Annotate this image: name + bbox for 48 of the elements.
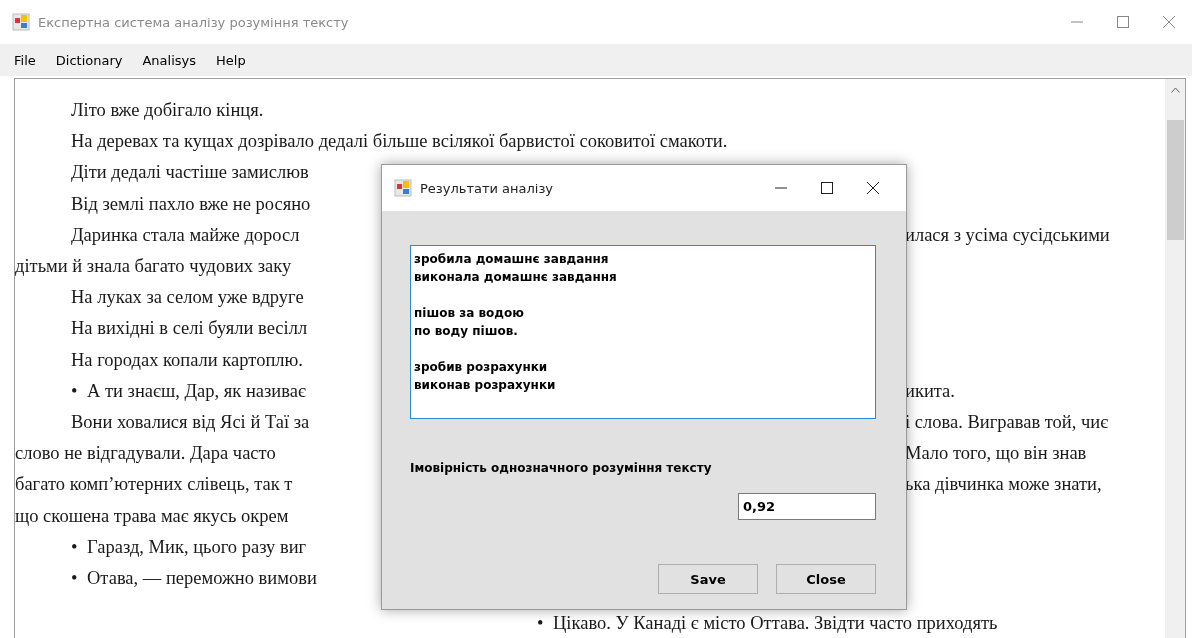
menu-item[interactable]: Help bbox=[206, 49, 256, 71]
text-line: багато комп’ютерних слівець, так т bbox=[15, 474, 293, 496]
result-line: зробила домашнє завдання bbox=[414, 251, 610, 268]
menu-item[interactable]: Analisys bbox=[132, 49, 206, 71]
result-line: зробив розрахунки bbox=[414, 359, 549, 376]
text-line: Цікаво. У Канаді є місто Оттава. Звідти часто приходять bbox=[553, 613, 998, 635]
maximize-icon bbox=[821, 182, 833, 194]
bullet-marker: • bbox=[71, 567, 79, 589]
result-line: пішов за водою bbox=[414, 305, 525, 322]
text-line: що скошена трава має якусь окрем bbox=[15, 505, 289, 527]
bullet-marker: • bbox=[71, 380, 79, 402]
text-line: Вони ховалися від Ясі й Таї за bbox=[71, 411, 310, 433]
scroll-thumb[interactable] bbox=[1166, 120, 1184, 240]
menu-item[interactable]: Dictionary bbox=[45, 49, 133, 71]
text-line: Гаразд, Мик, цього разу виг bbox=[87, 536, 307, 558]
bullet-marker: • bbox=[71, 536, 79, 558]
scroll-up-icon[interactable] bbox=[1170, 87, 1180, 93]
text-line: А ти знаєш, Дар, як називає bbox=[87, 380, 306, 402]
dialog-title: Результати аналізу bbox=[420, 180, 555, 196]
text-line: дітьми й знала багато чудових заку bbox=[15, 256, 292, 278]
text-line: Даринка стала майже доросл bbox=[71, 224, 300, 246]
text-line: На луках за селом уже вдруге bbox=[71, 287, 304, 309]
probability-label: Імовірність однозначного розуміння тексту bbox=[410, 461, 713, 475]
scrollbar[interactable] bbox=[1165, 79, 1185, 638]
text-line: На деревах та кущах дозрівало дедалі більше всілякої барвистої соковитої смакоти. bbox=[71, 131, 728, 153]
text-line: Діти дедалі частіше замислюв bbox=[71, 162, 309, 184]
window-title: Експертна система аналізу розуміння тексту bbox=[38, 14, 350, 30]
text-line: На вихідні в селі буяли весілл bbox=[71, 318, 308, 340]
result-line: виконав розрахунки bbox=[414, 377, 557, 394]
maximize-icon bbox=[1117, 16, 1129, 28]
save-button[interactable]: Save bbox=[658, 564, 758, 594]
text-line: Від землі пахло вже не росяно bbox=[71, 193, 311, 215]
text-line: слово не відгадували. Дара часто bbox=[15, 443, 276, 465]
text-line: Отава, — переможно вимови bbox=[87, 567, 317, 589]
result-line: по воду пішов. bbox=[414, 323, 519, 340]
text-line: Літо вже добігало кінця. bbox=[71, 100, 264, 122]
bullet-marker: • bbox=[537, 613, 545, 635]
close-icon bbox=[867, 182, 879, 194]
app-icon bbox=[394, 179, 412, 197]
probability-field[interactable]: 0,92 bbox=[738, 493, 876, 520]
results-field[interactable]: зробила домашнє завдання виконала домашнє завдання пішов за водою по воду пішов. зробив розрахунки виконав розрахунки bbox=[410, 245, 876, 419]
app-icon bbox=[12, 13, 30, 31]
menu-item[interactable]: File bbox=[4, 49, 46, 71]
close-button[interactable]: Close bbox=[776, 564, 876, 594]
result-line: виконала домашнє завдання bbox=[414, 269, 618, 286]
close-icon bbox=[1163, 16, 1175, 28]
text-line: Мало того, що він знав bbox=[905, 443, 1087, 465]
text-line: На городах копали картоплю. bbox=[71, 349, 303, 371]
